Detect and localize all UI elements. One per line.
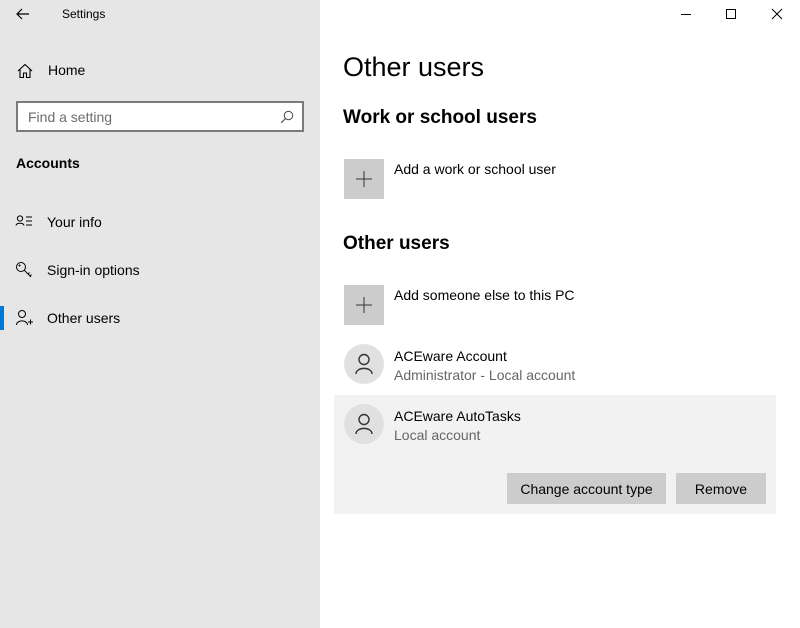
minimize-icon [681, 14, 691, 15]
add-tile [344, 159, 384, 199]
user-name: ACEware AutoTasks [394, 408, 521, 424]
add-someone-else-button[interactable]: Add someone else to this PC [334, 285, 776, 325]
search-input[interactable] [18, 108, 268, 125]
sidebar-item-home[interactable]: Home [0, 56, 320, 84]
plus-icon [356, 171, 372, 187]
maximize-button[interactable] [708, 0, 754, 28]
user-name: ACEware Account [394, 348, 507, 364]
sidebar-item-label: Other users [47, 310, 121, 326]
user-type: Administrator - Local account [394, 367, 576, 383]
minimize-button[interactable] [663, 0, 709, 28]
add-person-icon [16, 310, 33, 326]
sidebar-item-label: Your info [47, 214, 102, 230]
page-title: Other users [343, 52, 485, 82]
app-title: Settings [62, 7, 106, 21]
home-icon [17, 63, 33, 79]
add-someone-else-label: Add someone else to this PC [394, 287, 575, 303]
close-button[interactable] [754, 0, 800, 28]
avatar [344, 344, 384, 384]
change-account-type-button[interactable]: Change account type [507, 473, 666, 504]
close-icon [771, 8, 783, 20]
search-icon[interactable] [280, 110, 294, 124]
remove-button[interactable]: Remove [676, 473, 766, 504]
sidebar-item-label: Sign-in options [47, 262, 140, 278]
back-arrow-icon [16, 8, 29, 20]
main-content: Other users Work or school users Add a w… [320, 0, 800, 628]
user-item-aceware-autotasks[interactable]: ACEware AutoTasks Local account Change a… [334, 395, 776, 514]
back-button[interactable] [10, 2, 36, 26]
other-users-heading: Other users [343, 233, 450, 254]
sidebar-item-your-info[interactable]: Your info [0, 204, 320, 240]
add-tile [344, 285, 384, 325]
sidebar-item-label: Home [48, 62, 86, 78]
user-type: Local account [394, 427, 481, 443]
section-label-accounts: Accounts [16, 155, 80, 171]
sidebar-item-sign-in-options[interactable]: Sign-in options [0, 252, 320, 288]
user-item-aceware-account[interactable]: ACEware Account Administrator - Local ac… [334, 340, 776, 390]
title-bar-left: Settings [0, 0, 320, 28]
sidebar-item-other-users[interactable]: Other users [0, 300, 320, 336]
search-box[interactable] [16, 101, 304, 132]
contact-card-icon [15, 215, 32, 226]
add-work-school-user-button[interactable]: Add a work or school user [334, 159, 776, 199]
person-icon [355, 413, 373, 435]
add-work-school-user-label: Add a work or school user [394, 161, 556, 177]
plus-icon [356, 297, 372, 313]
work-school-heading: Work or school users [343, 107, 537, 128]
selection-indicator [0, 306, 4, 330]
maximize-icon [726, 9, 736, 19]
sidebar: Settings Home Accounts Your info Sign-in… [0, 0, 320, 628]
key-icon [16, 262, 32, 278]
avatar [344, 404, 384, 444]
person-icon [355, 353, 373, 375]
